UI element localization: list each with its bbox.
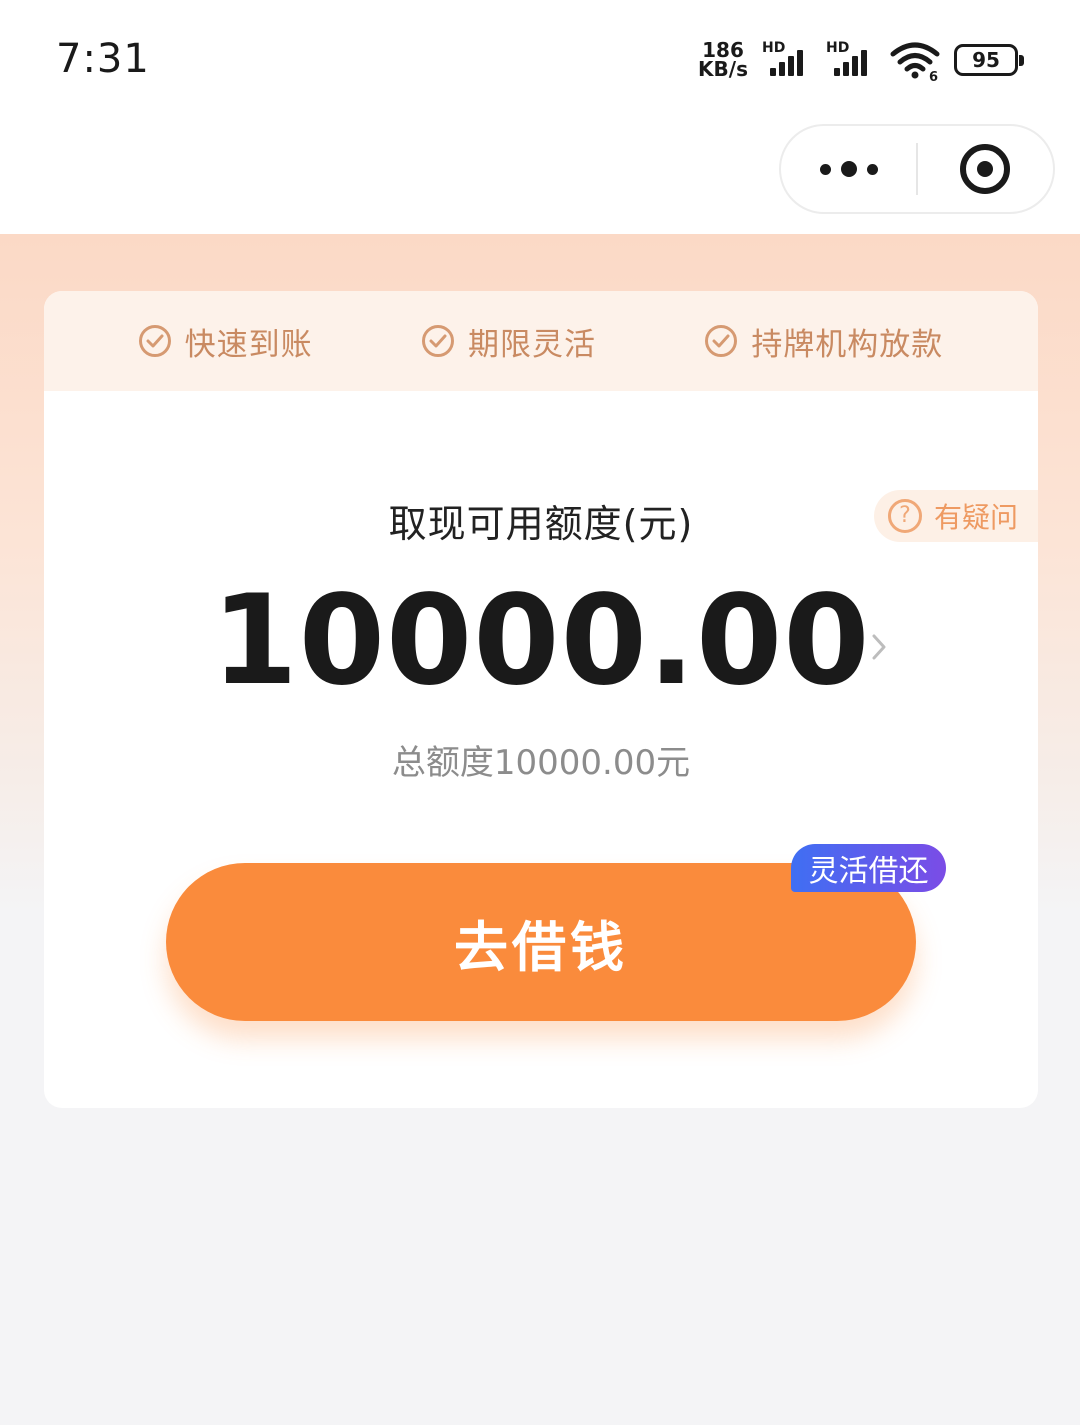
status-time: 7:31 [56, 36, 150, 82]
wifi-badge: 6 [929, 70, 938, 82]
battery-level: 95 [972, 48, 1000, 72]
quota-card: 快速到账 期限灵活 持牌机构放款 ? 有疑问 取现可用额度(元) 10000.0… [44, 291, 1038, 1108]
battery-icon: 95 [954, 44, 1024, 76]
wifi-icon: 6 [890, 42, 940, 82]
feature-strip: 快速到账 期限灵活 持牌机构放款 [44, 291, 1038, 391]
more-dots-icon [819, 161, 878, 177]
total-quota: 总额度10000.00元 [391, 743, 691, 783]
borrow-section: 去借钱 灵活借还 [166, 844, 946, 1021]
more-button[interactable] [781, 126, 916, 212]
feature-item: 持牌机构放款 [705, 319, 943, 364]
signal-sim2-icon: HD [826, 40, 876, 80]
check-circle-icon [421, 325, 454, 357]
status-bar: 7:31 186 KB/s HD HD 6 95 [0, 0, 1080, 110]
feature-label: 持牌机构放款 [751, 326, 944, 363]
network-speed: 186 KB/s [698, 40, 748, 81]
check-circle-icon [705, 325, 738, 357]
quota-label: 取现可用额度(元) [388, 502, 694, 546]
flexible-tag-badge: 灵活借还 [791, 844, 946, 892]
quota-amount[interactable]: 10000.00 [44, 569, 1038, 713]
feature-label: 快速到账 [184, 326, 313, 363]
feature-item: 快速到账 [138, 319, 313, 364]
chevron-right-icon[interactable] [872, 629, 886, 669]
target-circle-icon [960, 144, 1011, 194]
status-icons: 186 KB/s HD HD 6 95 [698, 38, 1024, 82]
signal-sim1-icon: HD [762, 40, 812, 80]
feature-label: 期限灵活 [467, 326, 596, 363]
check-circle-icon [138, 325, 171, 357]
nav-bar [0, 110, 1080, 234]
close-miniprogram-button[interactable] [918, 126, 1053, 212]
network-speed-unit: KB/s [698, 57, 748, 81]
miniprogram-capsule [779, 124, 1055, 214]
feature-item: 期限灵活 [421, 319, 596, 364]
